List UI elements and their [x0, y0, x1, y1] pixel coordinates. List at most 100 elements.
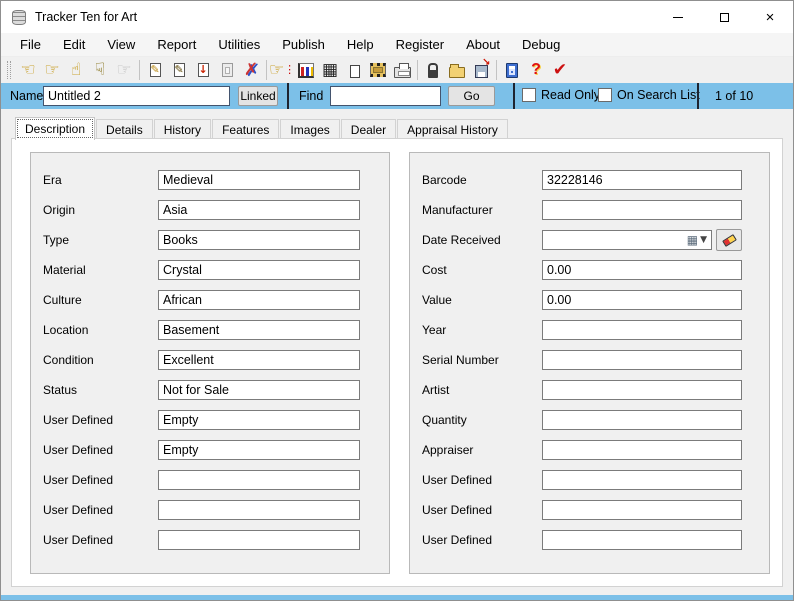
era-label: Era — [43, 173, 158, 187]
value-input[interactable] — [542, 290, 742, 310]
appraiser-input[interactable] — [542, 440, 742, 460]
write-record-icon[interactable]: ✎ — [167, 59, 191, 81]
goto-record-icon[interactable]: ☞⋮ — [270, 59, 294, 81]
find-input[interactable] — [330, 86, 441, 106]
maximize-icon — [720, 13, 729, 22]
menu-edit[interactable]: Edit — [52, 33, 96, 56]
edit-record-icon[interactable]: ✎ — [143, 59, 167, 81]
spellcheck-icon[interactable]: ✔ — [548, 59, 572, 81]
manufacturer-input[interactable] — [542, 200, 742, 220]
copy-pages-icon[interactable] — [342, 59, 366, 81]
menu-about[interactable]: About — [455, 33, 511, 56]
cost-label: Cost — [422, 263, 542, 277]
artist-input[interactable] — [542, 380, 742, 400]
menu-report[interactable]: Report — [146, 33, 207, 56]
linked-button[interactable]: Linked — [238, 86, 278, 106]
help-icon[interactable]: ? — [524, 59, 548, 81]
condition-input[interactable] — [158, 350, 360, 370]
window-bottom-accent — [1, 595, 793, 600]
hand-outline-icon[interactable]: ☞ — [112, 59, 136, 81]
menu-help[interactable]: Help — [336, 33, 385, 56]
window-title: Tracker Ten for Art — [35, 10, 137, 24]
hand-point-right-icon[interactable]: ☞ — [40, 59, 64, 81]
cost-input[interactable] — [542, 260, 742, 280]
read-only-checkbox[interactable]: Read Only — [522, 88, 600, 102]
tab-features[interactable]: Features — [212, 119, 279, 140]
print-icon[interactable] — [390, 59, 414, 81]
user-defined-input[interactable] — [158, 530, 360, 550]
on-search-list-checkbox[interactable]: On Search List — [598, 88, 700, 102]
maximize-button[interactable] — [701, 1, 747, 33]
origin-input[interactable] — [158, 200, 360, 220]
calculator-icon[interactable] — [500, 59, 524, 81]
menu-debug[interactable]: Debug — [511, 33, 571, 56]
table-icon[interactable]: ▦ — [318, 59, 342, 81]
user-defined-input[interactable] — [542, 500, 742, 520]
quantity-input[interactable] — [542, 410, 742, 430]
dropdown-arrow-icon[interactable]: ▼ — [700, 235, 707, 245]
material-label: Material — [43, 263, 158, 277]
save-record-icon[interactable]: ↓ — [191, 59, 215, 81]
folder-open-icon[interactable] — [445, 59, 469, 81]
user-defined-input[interactable] — [158, 470, 360, 490]
menu-register[interactable]: Register — [385, 33, 455, 56]
tab-images[interactable]: Images — [280, 119, 339, 140]
find-label: Find — [299, 89, 323, 103]
status-input[interactable] — [158, 380, 360, 400]
location-label: Location — [43, 323, 158, 337]
material-input[interactable] — [158, 260, 360, 280]
year-input[interactable] — [542, 320, 742, 340]
separator — [513, 83, 515, 109]
barcode-input[interactable] — [542, 170, 742, 190]
read-only-label: Read Only — [541, 88, 600, 102]
hand-point-up-icon[interactable]: ☝ — [64, 59, 88, 81]
description-tab-page: EraOriginTypeMaterialCultureLocationCond… — [11, 138, 783, 587]
field-row-cost-3: Cost — [422, 260, 769, 280]
field-row-material-3: Material — [43, 260, 389, 280]
chart-icon[interactable] — [294, 59, 318, 81]
export-disk-icon[interactable] — [469, 59, 493, 81]
user-defined-input[interactable] — [158, 440, 360, 460]
culture-input[interactable] — [158, 290, 360, 310]
toolbar-grip[interactable] — [7, 61, 11, 79]
menu-utilities[interactable]: Utilities — [207, 33, 271, 56]
delete-record-icon[interactable]: ✗ — [239, 59, 263, 81]
serial-number-input[interactable] — [542, 350, 742, 370]
location-input[interactable] — [158, 320, 360, 340]
tab-dealer[interactable]: Dealer — [341, 119, 396, 140]
barcode-label: Barcode — [422, 173, 542, 187]
user-defined-label: User Defined — [422, 533, 542, 547]
lock-icon[interactable] — [421, 59, 445, 81]
tab-details[interactable]: Details — [96, 119, 153, 140]
tab-description[interactable]: Description — [15, 117, 95, 140]
origin-label: Origin — [43, 203, 158, 217]
date-received-input[interactable]: ▦▼ — [542, 230, 712, 250]
field-row-user-defined-12: User Defined — [422, 530, 769, 550]
tab-history[interactable]: History — [154, 119, 211, 140]
user-defined-input[interactable] — [542, 530, 742, 550]
user-defined-input[interactable] — [158, 410, 360, 430]
film-icon[interactable] — [366, 59, 390, 81]
menu-file[interactable]: File — [9, 33, 52, 56]
read-only-checkbox-box[interactable] — [522, 88, 536, 102]
type-input[interactable] — [158, 230, 360, 250]
user-defined-input[interactable] — [542, 470, 742, 490]
clear-date-button[interactable] — [716, 229, 742, 251]
go-button[interactable]: Go — [448, 86, 495, 106]
app-window: Tracker Ten for Art × FileEditViewReport… — [0, 0, 794, 601]
record-bar: Name Linked Find Go Read Only On Search … — [1, 83, 793, 109]
close-button[interactable]: × — [747, 1, 793, 33]
minimize-button[interactable] — [655, 1, 701, 33]
user-defined-input[interactable] — [158, 500, 360, 520]
user-defined-label: User Defined — [422, 503, 542, 517]
tab-appraisal-history[interactable]: Appraisal History — [397, 119, 508, 140]
paste-record-icon[interactable] — [215, 59, 239, 81]
menu-publish[interactable]: Publish — [271, 33, 336, 56]
era-input[interactable] — [158, 170, 360, 190]
field-row-status-7: Status — [43, 380, 389, 400]
hand-point-left-icon[interactable]: ☜ — [16, 59, 40, 81]
on-search-list-checkbox-box[interactable] — [598, 88, 612, 102]
menu-view[interactable]: View — [96, 33, 146, 56]
hand-point-down-icon[interactable]: ☟ — [88, 59, 112, 81]
name-input[interactable] — [43, 86, 230, 106]
